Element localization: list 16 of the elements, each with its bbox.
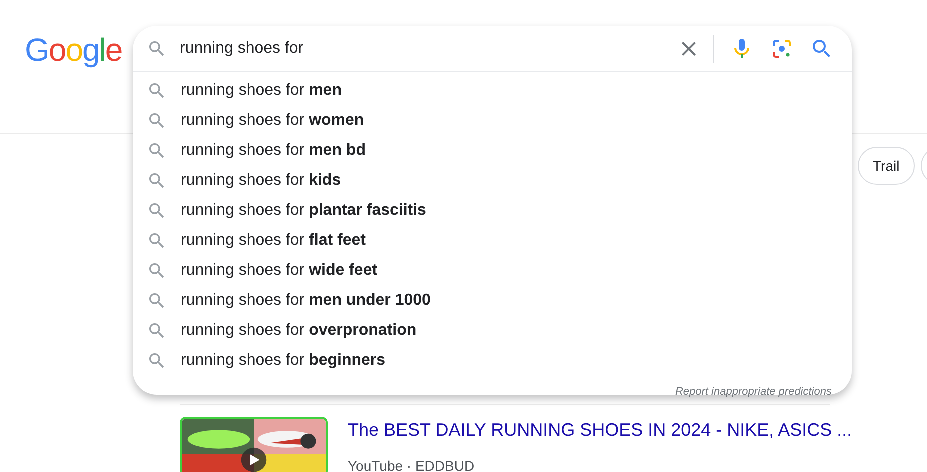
suggestion-item[interactable]: running shoes for wide feet xyxy=(133,256,852,286)
suggestion-item[interactable]: running shoes for beginners xyxy=(133,346,852,376)
result-title-link[interactable]: The BEST DAILY RUNNING SHOES IN 2024 - NIKE, ASICS ... xyxy=(348,417,852,442)
suggestion-item[interactable]: running shoes for men bd xyxy=(133,136,852,166)
suggestion-item[interactable]: running shoes for women xyxy=(133,106,852,136)
filter-chip[interactable]: Trail xyxy=(858,147,915,185)
suggestion-item[interactable]: running shoes for men under 1000 xyxy=(133,286,852,316)
logo[interactable]: Google xyxy=(25,30,122,70)
search-field[interactable]: running shoes for xyxy=(180,36,677,60)
suggestion-item[interactable]: running shoes for men xyxy=(133,76,852,106)
suggestion-item[interactable]: running shoes for plantar fasciitis xyxy=(133,196,852,226)
suggestion-item[interactable]: running shoes for kids xyxy=(133,166,852,196)
result-source: YouTube · EDDBUD xyxy=(348,457,476,472)
report-link[interactable]: Report inappropriate predictions xyxy=(675,384,832,400)
suggestion-item[interactable]: running shoes for overpronation xyxy=(133,316,852,346)
suggestion-item[interactable]: running shoes for flat feet xyxy=(133,226,852,256)
